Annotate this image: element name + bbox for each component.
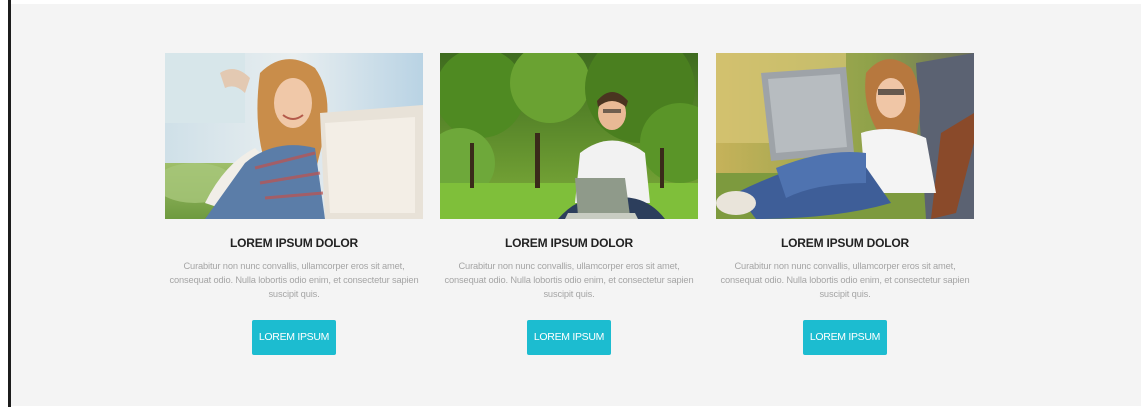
card-title: LOREM IPSUM DOLOR [505,236,633,250]
feature-card: LOREM IPSUM DOLOR Curabitur non nunc con… [165,53,423,355]
card-description: Curabitur non nunc convallis, ullamcorpe… [444,261,694,299]
card-photo-woman-in-chair [716,53,974,219]
card-description: Curabitur non nunc convallis, ullamcorpe… [169,261,419,299]
features-section: LOREM IPSUM DOLOR Curabitur non nunc con… [11,4,1141,406]
card-action-button[interactable]: LOREM IPSUM [252,320,336,355]
card-photo-man-in-park [440,53,698,219]
card-description: Curabitur non nunc convallis, ullamcorpe… [720,261,970,299]
card-action-button[interactable]: LOREM IPSUM [527,320,611,355]
feature-card: LOREM IPSUM DOLOR Curabitur non nunc con… [440,53,698,355]
page-frame: LOREM IPSUM DOLOR Curabitur non nunc con… [0,0,1144,407]
card-photo-woman-lying-grass [165,53,423,219]
feature-card: LOREM IPSUM DOLOR Curabitur non nunc con… [716,53,974,355]
card-title: LOREM IPSUM DOLOR [230,236,358,250]
card-action-button[interactable]: LOREM IPSUM [803,320,887,355]
card-title: LOREM IPSUM DOLOR [781,236,909,250]
